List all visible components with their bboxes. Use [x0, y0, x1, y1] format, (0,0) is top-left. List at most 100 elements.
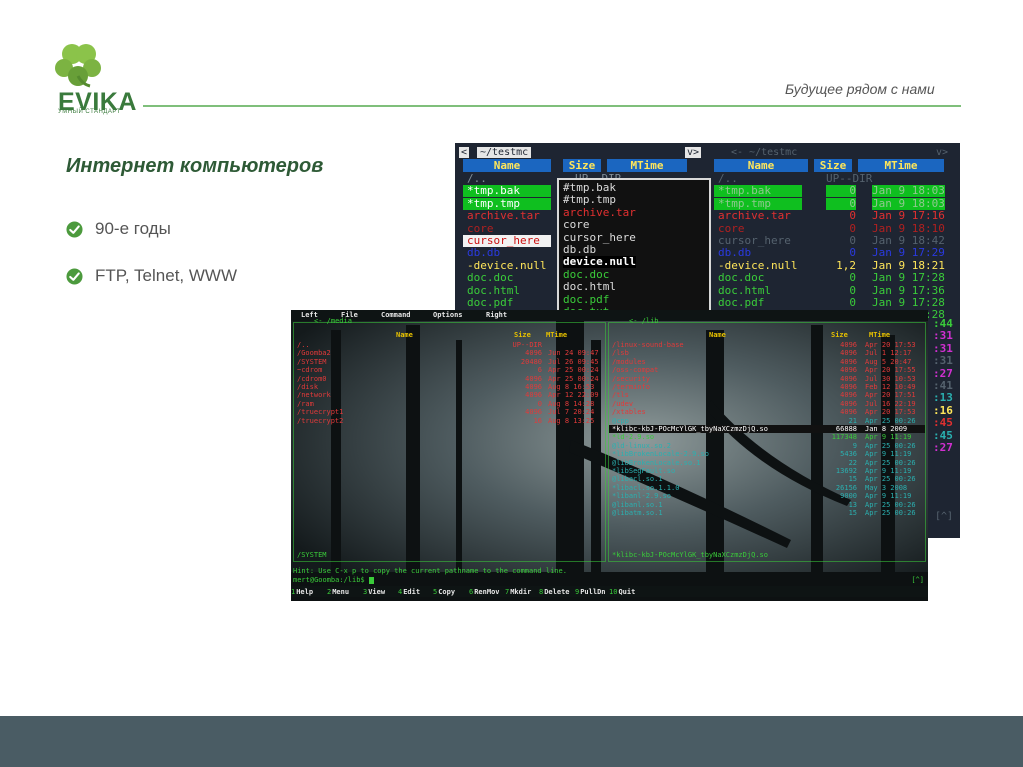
fkey-menu[interactable]: 2Menu — [327, 588, 349, 596]
file-row[interactable]: /.. UP--DIR — [294, 341, 605, 349]
tagline: Будущее рядом с нами — [785, 81, 935, 97]
file-row[interactable]: /lsb 4096 Jul 1 12:17 — [609, 349, 925, 357]
file-name: /terminfo — [612, 383, 650, 391]
file-row[interactable]: doc.doc 0 Jan 9 17:28 — [710, 272, 956, 284]
file-row[interactable]: /.. UP--DIR — [710, 173, 956, 185]
file-size: 1,2 — [836, 258, 856, 272]
completion-item[interactable]: device.null — [563, 256, 636, 269]
file-size: 16 — [533, 416, 542, 425]
file-size: 4096 — [840, 357, 857, 366]
file-row[interactable]: /disk 4096 Aug 8 16:53 — [294, 383, 605, 391]
fkey-edit[interactable]: 4Edit — [398, 588, 420, 596]
file-row[interactable]: @libBrokenLocale.so.1 22 Apr 25 00:26 — [609, 459, 925, 467]
column-header-size[interactable]: Size — [514, 331, 531, 340]
file-row[interactable]: cursor_here 0 Jan 9 18:42 — [710, 235, 956, 247]
command-line[interactable]: mert@Goomba:/lib$ — [293, 576, 374, 584]
file-mtime: Apr 12 22:09 — [548, 391, 599, 400]
fkey-quit[interactable]: 10Quit — [609, 588, 635, 596]
fkey-mkdir[interactable]: 7Mkdir — [505, 588, 531, 596]
file-row[interactable]: @libacl.so.1 15 Apr 25 00:26 — [609, 475, 925, 483]
file-size: 4096 — [840, 408, 857, 417]
file-row[interactable]: @libanl.so.1 13 Apr 25 00:26 — [609, 501, 925, 509]
column-header-mtime[interactable]: MTime — [607, 159, 687, 172]
completion-item[interactable]: #tmp.tmp — [563, 194, 616, 206]
file-name: /ram — [297, 399, 314, 408]
column-header-mtime[interactable]: MTime — [869, 331, 890, 340]
file-row[interactable]: /security 4096 Jul 30 10:53 — [609, 375, 925, 383]
file-row[interactable]: ~cdrom 6 Apr 25 00:24 — [294, 366, 605, 374]
fkey-delete[interactable]: 8Delete — [539, 588, 570, 596]
fkey-help[interactable]: 1Help — [291, 588, 313, 596]
file-row[interactable]: /oss-compat 4096 Apr 20 17:55 — [609, 366, 925, 374]
column-header-mtime[interactable]: MTime — [546, 331, 567, 340]
file-size: 5436 — [840, 450, 857, 459]
column-header-size[interactable]: Size — [814, 159, 852, 172]
file-row[interactable]: /cdrom0 4096 Apr 25 00:24 — [294, 375, 605, 383]
file-row[interactable]: *klibc-kbJ-POcMcYlGK_tbyNaXCzmzDjQ.so 668… — [609, 425, 925, 433]
file-row[interactable]: *libanl-2.9.so 9000 Apr 9 11:19 — [609, 492, 925, 500]
completion-item[interactable]: cursor_here — [563, 231, 636, 244]
completion-item[interactable]: doc.doc — [563, 268, 609, 281]
file-row[interactable]: *ld-2.9.so 117348 Apr 9 11:19 — [609, 433, 925, 441]
file-row[interactable]: archive.tar 0 Jan 9 17:16 — [710, 210, 956, 222]
file-mtime: Apr 25 00:26 — [865, 475, 916, 484]
fkey-renmov[interactable]: 6RenMov — [469, 588, 500, 596]
completion-item[interactable]: db.db — [563, 244, 596, 256]
file-row[interactable]: core 0 Jan 9 18:10 — [710, 221, 956, 235]
fkey-pulldn[interactable]: 9PullDn — [575, 588, 606, 596]
menu-command[interactable]: Command — [381, 311, 411, 319]
file-row[interactable]: /truecrypt2 16 Aug 8 13:25 — [294, 417, 605, 425]
file-row[interactable]: @libatm.so.1 15 Apr 25 00:26 — [609, 509, 925, 517]
file-row[interactable]: @cpp 21 Apr 25 00:26 — [609, 417, 925, 425]
file-row[interactable]: /udev 4096 Jul 16 22:19 — [609, 400, 925, 408]
column-header-name[interactable]: Name — [709, 331, 726, 340]
file-row[interactable]: /tls 4096 Apr 20 17:51 — [609, 391, 925, 399]
file-row[interactable]: doc.pdf 0 Jan 9 17:28 — [710, 297, 956, 309]
bottom-mark: [^] — [935, 511, 954, 522]
completion-item[interactable]: doc.pdf — [563, 293, 609, 306]
file-name: /oss-compat — [612, 366, 659, 375]
file-row[interactable]: /Goomba2 4096 Jun 24 09:47 — [294, 349, 605, 357]
file-row[interactable]: -device.null 1,2 Jan 9 18:21 — [710, 258, 956, 272]
file-row[interactable]: doc.html 0 Jan 9 17:36 — [710, 284, 956, 297]
file-row[interactable]: /ram 0 Aug 8 14:28 — [294, 400, 605, 408]
panel-history-mark[interactable]: v> — [936, 147, 948, 158]
panel-left-mark[interactable]: < — [459, 147, 470, 158]
file-row[interactable]: *libSegFault.so 13692 Apr 9 11:19 — [609, 467, 925, 475]
file-row[interactable]: /SYSTEM 20480 Jul 26 09:45 — [294, 358, 605, 366]
file-name: /tls — [612, 391, 629, 400]
fkey-copy[interactable]: 5Copy — [433, 588, 455, 596]
fkey-view[interactable]: 3View — [363, 588, 385, 596]
menu-right[interactable]: Right — [486, 311, 507, 319]
file-name: @libacl.so.1 — [612, 475, 663, 484]
file-row[interactable]: /xtables 4096 Apr 20 17:53 — [609, 408, 925, 416]
column-header-name[interactable]: Name — [396, 331, 413, 340]
file-row[interactable]: *tmp.bak 0 Jan 9 18:03 — [710, 185, 956, 198]
file-row[interactable]: /terminfo 4096 Feb 12 10:49 — [609, 383, 925, 391]
panel-history-mark[interactable]: v> — [685, 147, 702, 158]
column-header-size[interactable]: Size — [563, 159, 601, 172]
file-row[interactable]: /modules 4096 Aug 5 20:47 — [609, 358, 925, 366]
column-header-size[interactable]: Size — [831, 331, 848, 340]
panel-path: <- ~/testmc — [731, 147, 798, 158]
file-row[interactable]: *libacl.so.1.1.0 26156 May 3 2008 — [609, 484, 925, 492]
file-row[interactable]: *tmp.tmp 0 Jan 9 18:03 — [710, 197, 956, 210]
completion-item[interactable]: #tmp.bak — [563, 182, 616, 194]
file-row[interactable]: /linux-sound-base 4096 Apr 20 17:53 — [609, 341, 925, 349]
column-header-name[interactable]: Name — [714, 159, 808, 172]
column-header-mtime[interactable]: MTime — [858, 159, 944, 172]
file-name: -device.null — [718, 258, 798, 272]
shell-prompt: mert@Goomba:/lib$ — [293, 576, 365, 584]
completion-item[interactable]: archive.tar — [563, 206, 636, 219]
file-row[interactable]: /network 4096 Apr 12 22:09 — [294, 391, 605, 399]
completion-item[interactable]: doc.html — [563, 281, 616, 293]
file-mtime: Jan 9 18:10 — [872, 221, 945, 235]
file-row[interactable]: @ld-linux.so.2 9 Apr 25 00:26 — [609, 442, 925, 450]
panel-status: /SYSTEM — [297, 551, 327, 559]
column-header-name[interactable]: Name — [463, 159, 551, 172]
file-row[interactable]: db.db 0 Jan 9 17:29 — [710, 247, 956, 259]
file-row[interactable]: *libBrokenLocale-2.9.so 5436 Apr 9 11:19 — [609, 450, 925, 458]
file-row[interactable]: /truecrypt1 4096 Jul 7 20:24 — [294, 408, 605, 416]
menu-options[interactable]: Options — [433, 311, 463, 319]
completion-item[interactable]: core — [563, 219, 590, 231]
